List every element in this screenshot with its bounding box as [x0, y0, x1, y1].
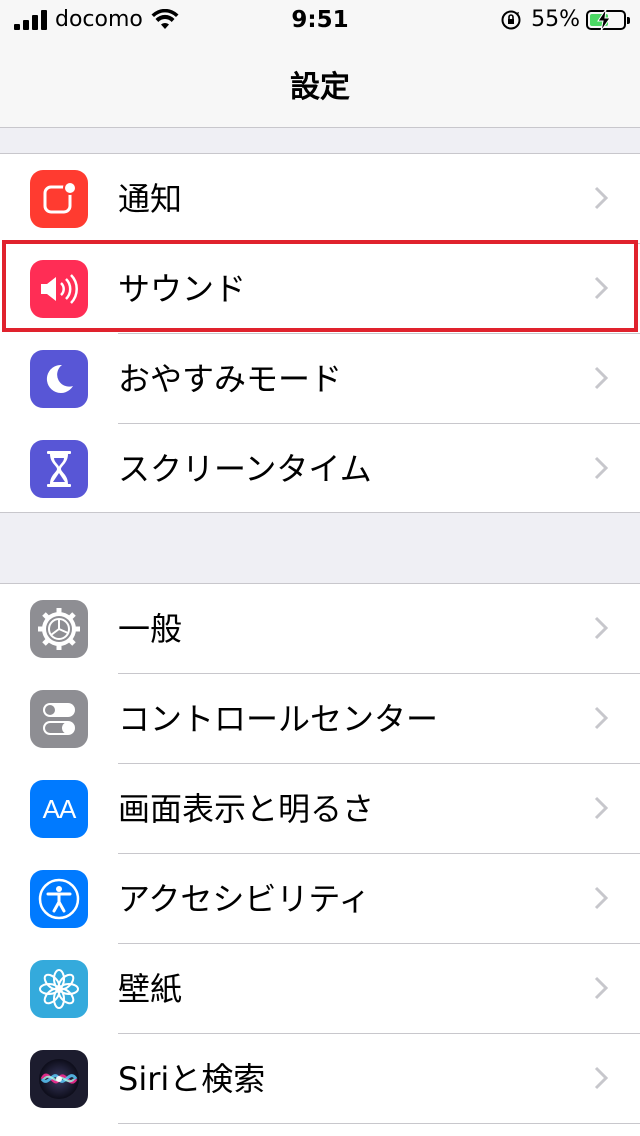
settings-row-notifications[interactable]: 通知 — [0, 154, 640, 244]
chevron-right-icon — [594, 366, 608, 390]
settings-row-label: 画面表示と明るさ — [118, 790, 375, 828]
siri-icon — [30, 1050, 88, 1108]
settings-row-label: 一般 — [118, 610, 183, 648]
status-bar: docomo 9:51 55% — [0, 0, 640, 40]
settings-row-label: 壁紙 — [118, 970, 183, 1008]
settings-row-general[interactable]: 一般 — [0, 584, 640, 674]
settings-row-siri-search[interactable]: Siriと検索 — [0, 1034, 640, 1124]
charging-bolt-icon — [597, 9, 611, 31]
battery-percentage: 55% — [531, 7, 580, 32]
text-size-icon: AA — [30, 780, 88, 838]
chevron-right-icon — [594, 706, 608, 730]
settings-row-accessibility[interactable]: アクセシビリティ — [0, 854, 640, 944]
chevron-right-icon — [594, 276, 608, 300]
chevron-right-icon — [594, 186, 608, 210]
settings-row-label: アクセシビリティ — [118, 880, 371, 918]
settings-row-control-center[interactable]: コントロールセンター — [0, 674, 640, 764]
chevron-right-icon — [594, 616, 608, 640]
settings-row-label: サウンド — [118, 270, 247, 308]
hourglass-icon — [30, 440, 88, 498]
page-title: 設定 — [290, 70, 350, 105]
settings-group-1: 通知 サウンド おやすみモード スクリーンタイム — [0, 153, 640, 513]
chevron-right-icon — [594, 886, 608, 910]
orientation-lock-icon — [501, 10, 521, 30]
settings-row-sound[interactable]: サウンド — [0, 244, 640, 334]
settings-row-do-not-disturb[interactable]: おやすみモード — [0, 334, 640, 424]
navigation-bar: 設定 — [0, 40, 640, 128]
chevron-right-icon — [594, 456, 608, 480]
chevron-right-icon — [594, 1066, 608, 1090]
settings-row-label: おやすみモード — [118, 360, 343, 398]
text-size-icon-glyph: AA — [42, 793, 77, 824]
settings-group-2: 一般 コントロールセンター AA 画面表示と明るさ アクセシビリティ 壁紙 Si… — [0, 583, 640, 1136]
chevron-right-icon — [594, 976, 608, 1000]
moon-icon — [30, 350, 88, 408]
settings-row-label: 通知 — [118, 180, 183, 218]
speaker-icon — [30, 260, 88, 318]
battery-icon — [586, 9, 630, 31]
settings-row-label: スクリーンタイム — [118, 450, 372, 488]
settings-row-wallpaper[interactable]: 壁紙 — [0, 944, 640, 1034]
settings-row-screen-time[interactable]: スクリーンタイム — [0, 424, 640, 514]
chevron-right-icon — [594, 796, 608, 820]
settings-row-display-brightness[interactable]: AA 画面表示と明るさ — [0, 764, 640, 854]
notifications-icon — [30, 170, 88, 228]
toggles-icon — [30, 690, 88, 748]
settings-row-label: Siriと検索 — [118, 1060, 266, 1098]
flower-icon — [30, 960, 88, 1018]
settings-row-label: コントロールセンター — [118, 700, 439, 738]
accessibility-icon — [30, 870, 88, 928]
gear-icon — [30, 600, 88, 658]
